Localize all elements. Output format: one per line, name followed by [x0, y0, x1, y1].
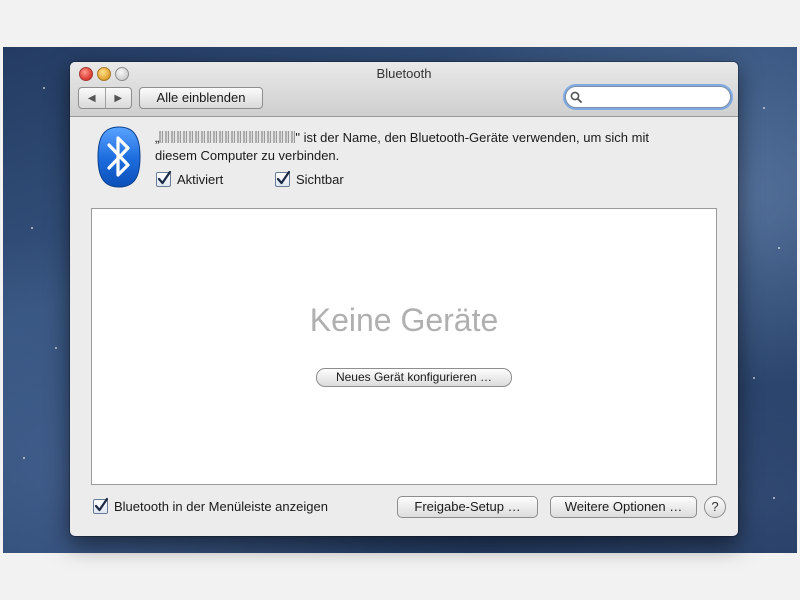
back-forward-control: ◀ ▶ — [78, 87, 132, 109]
back-button[interactable]: ◀ — [79, 88, 105, 108]
search-input[interactable] — [586, 90, 720, 104]
menubar-checkbox-row[interactable]: Bluetooth in der Menüleiste anzeigen — [93, 497, 328, 514]
description-line-2: diesem Computer zu verbinden. — [155, 148, 340, 163]
no-devices-text: Keine Geräte — [309, 302, 499, 338]
star — [23, 457, 25, 459]
new-device-button[interactable]: Neues Gerät konfigurieren … — [316, 368, 512, 387]
checkmark-icon — [157, 170, 171, 185]
star — [31, 227, 33, 229]
checkmark-icon — [94, 497, 108, 512]
help-button[interactable]: ? — [704, 496, 726, 518]
description-line-1: " ist der Name, den Bluetooth-Geräte ver… — [295, 130, 649, 145]
activated-label: Aktiviert — [177, 172, 224, 187]
show-all-button[interactable]: Alle einblenden — [139, 87, 263, 109]
redacted-computer-name — [159, 131, 296, 143]
star — [778, 247, 780, 249]
star — [43, 87, 45, 89]
star — [763, 107, 765, 109]
search-icon — [566, 91, 586, 103]
back-arrow-icon: ◀ — [87, 92, 96, 104]
forward-button[interactable]: ▶ — [104, 88, 132, 108]
activated-checkbox[interactable] — [156, 170, 171, 187]
visible-label: Sichtbar — [296, 172, 344, 187]
title-bar: Bluetooth ◀ ▶ Alle einblenden — [70, 62, 738, 117]
show-in-menubar-label: Bluetooth in der Menüleiste anzeigen — [114, 499, 328, 514]
search-field[interactable] — [565, 86, 731, 108]
bluetooth-preferences-window: Bluetooth ◀ ▶ Alle einblenden „ " ist de… — [70, 62, 738, 536]
star — [55, 347, 57, 349]
device-list[interactable]: Keine Geräte Neues Gerät konfigurieren … — [91, 208, 717, 485]
bluetooth-name-description: „ " ist der Name, den Bluetooth-Geräte ve… — [155, 129, 715, 165]
bluetooth-logo-icon — [97, 126, 141, 188]
sharing-setup-button[interactable]: Freigabe-Setup … — [397, 496, 538, 518]
show-in-menubar-checkbox[interactable] — [93, 497, 108, 514]
visible-checkbox[interactable] — [275, 170, 290, 187]
window-title: Bluetooth — [376, 66, 432, 81]
more-options-button[interactable]: Weitere Optionen … — [550, 496, 697, 518]
forward-arrow-icon: ▶ — [114, 92, 123, 104]
star — [753, 377, 755, 379]
activated-checkbox-row[interactable]: Aktiviert — [156, 170, 224, 187]
star — [773, 497, 775, 499]
visible-checkbox-row[interactable]: Sichtbar — [275, 170, 344, 187]
checkmark-icon — [276, 170, 290, 185]
